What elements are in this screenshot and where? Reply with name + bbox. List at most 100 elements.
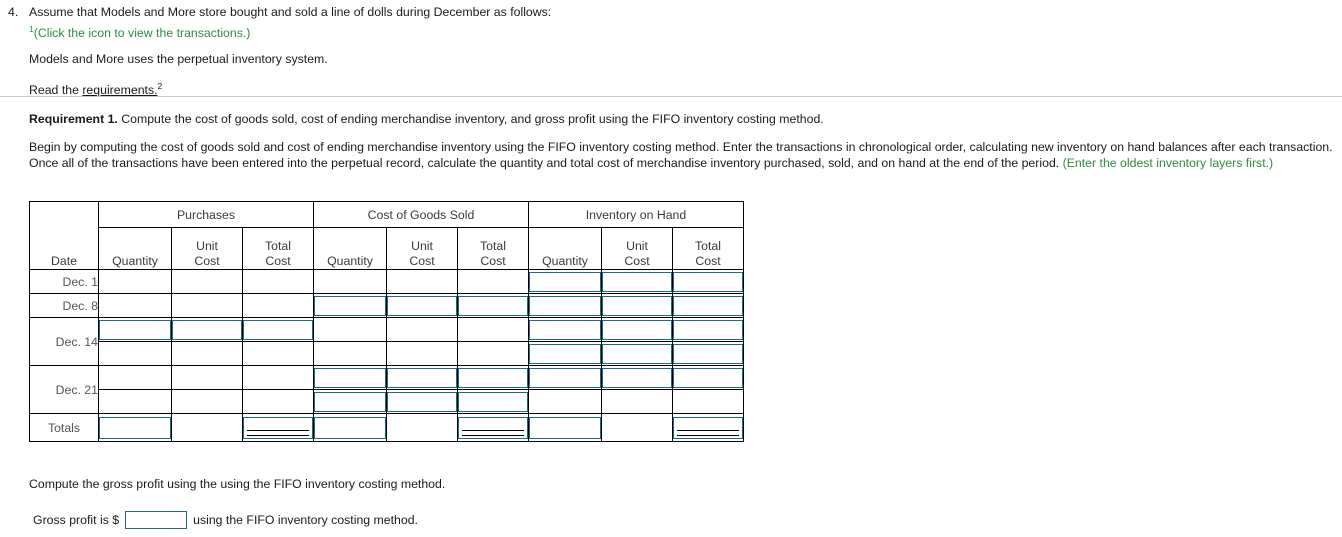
total-cost-line2: Cost [695,254,721,268]
totals-purchases-quantity[interactable] [98,413,172,442]
totals-input-onhand-total-cost[interactable] [673,416,743,439]
cell-onhand-unit-cost[interactable] [601,317,673,342]
cell-onhand-quantity[interactable] [528,293,602,318]
totals-input-purchases-quantity[interactable] [99,416,171,439]
input-cogs-total-cost[interactable] [458,295,528,316]
cell-onhand-unit-cost[interactable] [601,365,673,390]
requirement-heading-rest: Compute the cost of goods sold, cost of … [117,112,824,126]
section-divider [0,96,1342,97]
cell-purchases-quantity[interactable] [98,317,172,342]
cell-cogs-unit-cost[interactable] [386,365,458,390]
input-cogs-unit-cost[interactable] [387,295,457,316]
cell-onhand-unit-cost[interactable] [601,269,673,294]
gross-profit-prefix: Gross profit is $ [33,513,120,527]
input-cogs-total-cost[interactable] [458,367,528,388]
input-onhand-quantity[interactable] [529,295,601,316]
cell-purchases-unit-cost [171,293,243,318]
cell-purchases-total-cost[interactable] [242,317,314,342]
cell-onhand-quantity[interactable] [528,269,602,294]
totals-cogs-quantity[interactable] [313,413,387,442]
question-body: Assume that Models and More store bought… [29,5,1329,98]
gross-profit-instruction: Compute the gross profit using the using… [29,477,446,491]
gross-profit-input[interactable] [125,511,188,529]
col-header-purchases-quantity: Quantity [98,227,172,270]
cell-onhand-unit-cost[interactable] [601,293,673,318]
input-onhand-unit-cost[interactable] [602,319,672,340]
cell-cogs-total-cost[interactable] [457,293,529,318]
totals-onhand-total-cost[interactable] [672,413,744,442]
input-onhand-total-cost[interactable] [673,343,743,364]
gross-profit-suffix: using the FIFO inventory costing method. [193,513,418,527]
input-onhand-unit-cost[interactable] [602,271,672,292]
col-header-cogs-total-cost: Total Cost [457,227,529,270]
input-onhand-unit-cost[interactable] [602,367,672,388]
cell-purchases-quantity [98,269,172,294]
perpetual-inventory-record-table: Purchases Cost of Goods Sold Inventory o… [29,201,744,442]
input-onhand-unit-cost[interactable] [602,295,672,316]
cell-onhand-unit-cost[interactable] [601,341,673,366]
input-onhand-total-cost[interactable] [673,319,743,340]
totals-cogs-total-cost[interactable] [457,413,529,442]
input-cogs-quantity[interactable] [314,367,386,388]
total-cost-line1: Total [480,239,506,253]
col-header-purchases-total-cost: Total Cost [242,227,314,270]
cell-purchases-total-cost [242,341,314,366]
input-purchases-total-cost[interactable] [243,319,313,340]
table-totals-row: Totals [29,413,744,442]
cell-purchases-unit-cost[interactable] [171,317,243,342]
click-icon-text: (Click the icon to view the transactions… [33,26,251,41]
col-header-cogs-unit-cost: Unit Cost [386,227,458,270]
input-purchases-unit-cost[interactable] [172,319,242,340]
cell-purchases-total-cost [242,269,314,294]
cell-onhand-quantity[interactable] [528,365,602,390]
totals-purchases-total-cost[interactable] [242,413,314,442]
cell-cogs-unit-cost[interactable] [386,389,458,414]
cell-cogs-total-cost[interactable] [457,389,529,414]
click-icon-hint[interactable]: 1(Click the icon to view the transaction… [29,21,1329,41]
cell-cogs-unit-cost[interactable] [386,293,458,318]
input-onhand-quantity[interactable] [529,319,601,340]
cell-purchases-quantity [98,341,172,366]
cell-cogs-total-cost [457,317,529,342]
input-onhand-quantity[interactable] [529,271,601,292]
totals-input-cogs-total-cost[interactable] [458,416,528,439]
cell-onhand-total-cost[interactable] [672,317,744,342]
cell-onhand-total-cost[interactable] [672,365,744,390]
cell-onhand-total-cost[interactable] [672,269,744,294]
totals-onhand-quantity[interactable] [528,413,602,442]
cell-onhand-quantity[interactable] [528,317,602,342]
group-header-blank [29,201,99,228]
input-onhand-quantity[interactable] [529,343,601,364]
input-cogs-unit-cost[interactable] [387,391,457,412]
input-cogs-unit-cost[interactable] [387,367,457,388]
unit-cost-line2: Cost [624,254,650,268]
input-onhand-total-cost[interactable] [673,295,743,316]
cell-cogs-quantity[interactable] [313,389,387,414]
col-header-cogs-quantity: Quantity [313,227,387,270]
unit-cost-line2: Cost [194,254,220,268]
requirement-label: Requirement 1. [29,112,118,126]
totals-input-cogs-quantity[interactable] [314,416,386,439]
input-purchases-quantity[interactable] [99,319,171,340]
cell-purchases-quantity [98,389,172,414]
input-onhand-unit-cost[interactable] [602,343,672,364]
cell-purchases-unit-cost [171,389,243,414]
cell-cogs-total-cost[interactable] [457,365,529,390]
col-header-date: Date [29,227,99,270]
cell-onhand-total-cost[interactable] [672,293,744,318]
total-cost-line2: Cost [265,254,291,268]
totals-input-onhand-quantity[interactable] [529,416,601,439]
input-onhand-quantity[interactable] [529,367,601,388]
cell-onhand-total-cost[interactable] [672,341,744,366]
input-cogs-quantity[interactable] [314,391,386,412]
input-cogs-total-cost[interactable] [458,391,528,412]
input-onhand-total-cost[interactable] [673,271,743,292]
total-cost-line1: Total [265,239,291,253]
input-cogs-quantity[interactable] [314,295,386,316]
cell-cogs-quantity[interactable] [313,365,387,390]
totals-input-purchases-total-cost[interactable] [243,416,313,439]
input-onhand-total-cost[interactable] [673,367,743,388]
requirements-link-sup: 2 [157,81,163,92]
cell-cogs-quantity[interactable] [313,293,387,318]
cell-onhand-quantity[interactable] [528,341,602,366]
